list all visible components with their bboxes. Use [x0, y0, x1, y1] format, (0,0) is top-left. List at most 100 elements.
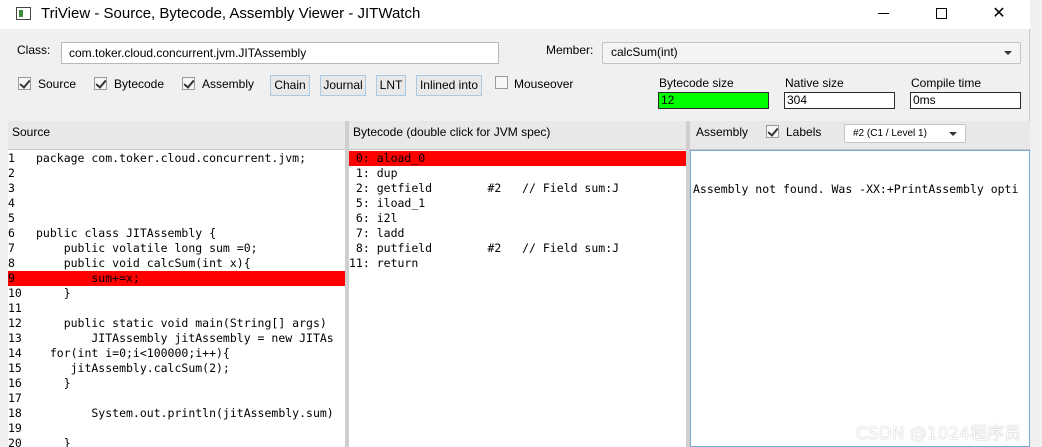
compile-level-select[interactable]: #2 (C1 / Level 1)	[844, 124, 966, 143]
source-line[interactable]: 10 }	[8, 286, 345, 301]
source-line-text: jitAssembly.calcSum(2);	[36, 361, 230, 375]
bytecode-offset: 5:	[349, 196, 370, 210]
bytecode-instruction: dup	[376, 166, 398, 180]
bytecode-instruction: i2l	[376, 211, 398, 225]
source-line[interactable]: 18 System.out.println(jitAssembly.sum)	[8, 406, 345, 421]
bytecode-offset: 0:	[349, 151, 370, 165]
bytecode-line[interactable]: 8: putfield #2 // Field sum:J	[349, 241, 686, 256]
source-checkbox-label[interactable]: Source	[38, 77, 76, 91]
source-line[interactable]: 17	[8, 391, 345, 406]
class-label: Class:	[17, 43, 51, 57]
line-number: 12	[8, 316, 22, 330]
line-number: 5	[8, 211, 15, 225]
bytecode-offset: 8:	[349, 241, 370, 255]
bytecode-line[interactable]: 7: ladd	[349, 226, 686, 241]
source-line-text: System.out.println(jitAssembly.sum)	[36, 406, 334, 420]
line-number: 7	[8, 241, 15, 255]
bytecode-size-label: Bytecode size	[659, 76, 734, 90]
bytecode-line[interactable]: 0: aload_0	[349, 151, 686, 166]
assembly-pane[interactable]: Assembly not found. Was -XX:+PrintAssemb…	[690, 150, 1030, 447]
source-panel-title: Source	[12, 125, 51, 139]
bytecode-instruction: getfield #2 // Field sum:J	[376, 181, 620, 195]
bytecode-offset: 1:	[349, 166, 370, 180]
line-number: 16	[8, 376, 22, 390]
source-line[interactable]: 13 JITAssembly jitAssembly = new JITAs	[8, 331, 345, 346]
assembly-checkbox-label[interactable]: Assembly	[202, 77, 254, 91]
source-line[interactable]: 16 }	[8, 376, 345, 391]
watermark: CSDN @1024程序员	[856, 424, 1022, 444]
assembly-panel-header: Assembly Labels #2 (C1 / Level 1)	[690, 121, 1030, 150]
source-line-text: for(int i=0;i<100000;i++){	[36, 346, 230, 360]
line-number: 20	[8, 436, 22, 447]
source-line-text: public static void main(String[] args)	[36, 316, 327, 330]
maximize-button[interactable]	[918, 0, 964, 29]
compile-time-value: 0ms	[910, 92, 1021, 109]
bytecode-line[interactable]: 5: iload_1	[349, 196, 686, 211]
bytecode-offset: 7:	[349, 226, 370, 240]
source-line[interactable]: 8 public void calcSum(int x){	[8, 256, 345, 271]
bytecode-pane[interactable]: 0: aload_0 1: dup 2: getfield #2 // Fiel…	[349, 150, 686, 447]
mouseover-checkbox[interactable]	[495, 76, 508, 89]
chevron-down-icon	[949, 132, 957, 136]
source-line[interactable]: 19	[8, 421, 345, 436]
line-number: 10	[8, 286, 22, 300]
native-size-label: Native size	[785, 76, 844, 90]
source-line[interactable]: 12 public static void main(String[] args…	[8, 316, 345, 331]
chain-button[interactable]: Chain	[270, 75, 310, 96]
source-line[interactable]: 4	[8, 196, 345, 211]
source-line[interactable]: 9 sum+=x;	[8, 271, 345, 286]
line-number: 18	[8, 406, 22, 420]
close-button[interactable]: ✕	[976, 0, 1022, 29]
source-line[interactable]: 6 public class JITAssembly {	[8, 226, 345, 241]
line-number: 4	[8, 196, 15, 210]
source-line-text: public void calcSum(int x){	[36, 256, 251, 270]
bytecode-checkbox-label[interactable]: Bytecode	[114, 77, 164, 91]
member-label: Member:	[546, 43, 594, 57]
bytecode-line[interactable]: 6: i2l	[349, 211, 686, 226]
minimize-button[interactable]	[860, 0, 906, 29]
bytecode-instruction: return	[376, 256, 419, 270]
source-line-text: }	[36, 376, 71, 390]
source-line-text: }	[36, 286, 71, 300]
source-line[interactable]: 11	[8, 301, 345, 316]
labels-checkbox[interactable]	[766, 125, 779, 138]
bytecode-panel-header: Bytecode (double click for JVM spec)	[349, 121, 686, 150]
bytecode-panel-title: Bytecode (double click for JVM spec)	[353, 125, 551, 139]
line-number: 1	[8, 151, 15, 165]
bytecode-offset: 2:	[349, 181, 370, 195]
lnt-button[interactable]: LNT	[376, 75, 406, 96]
source-line[interactable]: 7 public volatile long sum =0;	[8, 241, 345, 256]
source-checkbox[interactable]	[18, 77, 31, 90]
source-line[interactable]: 3	[8, 181, 345, 196]
bytecode-line[interactable]: 2: getfield #2 // Field sum:J	[349, 181, 686, 196]
source-code-pane[interactable]: 1 package com.toker.cloud.concurrent.jvm;…	[8, 150, 345, 447]
line-number: 6	[8, 226, 15, 240]
line-number: 14	[8, 346, 22, 360]
bytecode-line[interactable]: 1: dup	[349, 166, 686, 181]
line-number: 2	[8, 166, 15, 180]
source-line[interactable]: 1 package com.toker.cloud.concurrent.jvm;	[8, 151, 345, 166]
source-line[interactable]: 5	[8, 211, 345, 226]
maximize-icon	[935, 8, 947, 20]
bytecode-instruction: aload_0	[376, 151, 426, 165]
source-panel-header: Source	[8, 121, 345, 150]
mouseover-checkbox-label[interactable]: Mouseover	[514, 77, 573, 91]
journal-button[interactable]: Journal	[320, 75, 366, 96]
bytecode-line[interactable]: 11: return	[349, 256, 686, 271]
line-number: 11	[8, 301, 22, 315]
labels-checkbox-label[interactable]: Labels	[786, 121, 821, 143]
bytecode-checkbox[interactable]	[94, 77, 107, 90]
member-select[interactable]: calcSum(int)	[602, 42, 1021, 64]
source-line[interactable]: 14 for(int i=0;i<100000;i++){	[8, 346, 345, 361]
line-number: 15	[8, 361, 22, 375]
class-field[interactable]: com.toker.cloud.concurrent.jvm.JITAssemb…	[61, 42, 499, 64]
source-line[interactable]: 2	[8, 166, 345, 181]
source-line[interactable]: 15 jitAssembly.calcSum(2);	[8, 361, 345, 376]
bytecode-instruction: iload_1	[376, 196, 426, 210]
source-line[interactable]: 20 }	[8, 436, 345, 447]
assembly-checkbox[interactable]	[182, 77, 195, 90]
compile-time-label: Compile time	[911, 76, 982, 90]
member-select-value: calcSum(int)	[611, 45, 678, 59]
source-line-text: public class JITAssembly {	[36, 226, 217, 240]
inlined-into-button[interactable]: Inlined into	[416, 75, 482, 96]
